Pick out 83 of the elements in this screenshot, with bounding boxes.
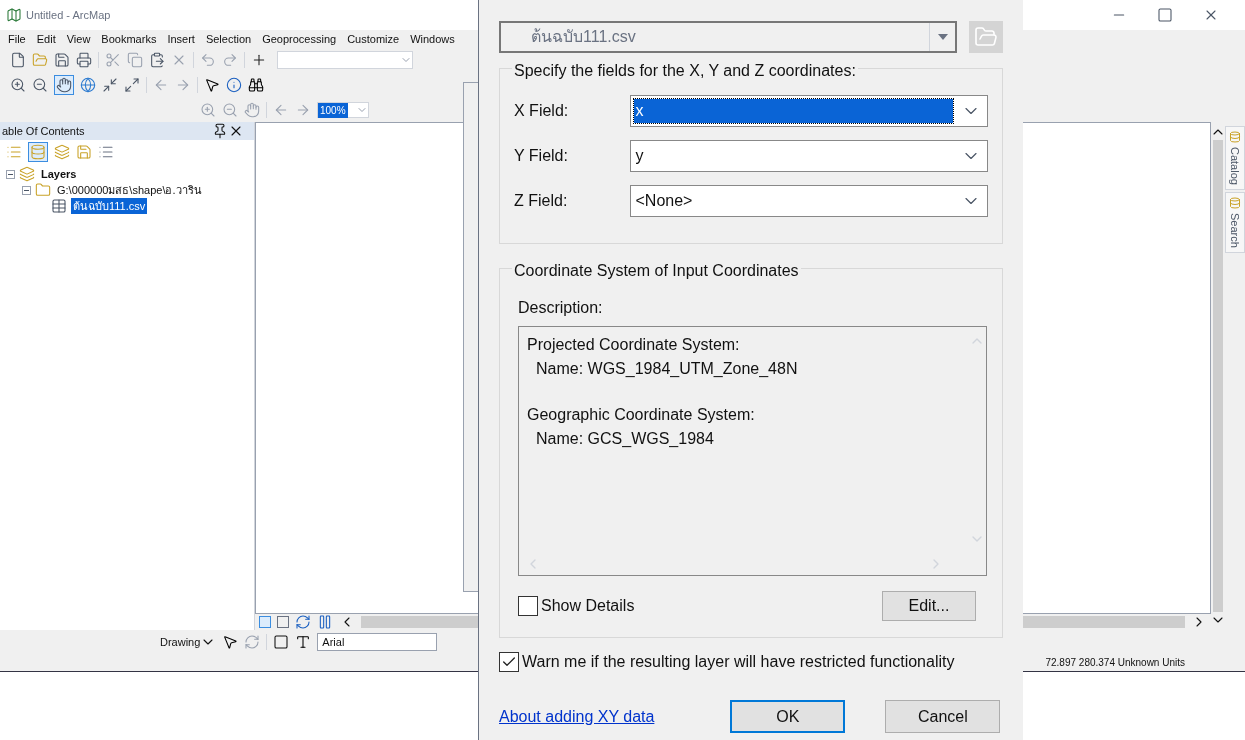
warn-checkbox[interactable] xyxy=(499,652,519,672)
print-icon[interactable] xyxy=(76,52,92,68)
layout-view-icon[interactable] xyxy=(277,616,289,628)
pointer-icon[interactable] xyxy=(204,77,220,93)
globe-icon[interactable] xyxy=(80,77,96,93)
vertical-scrollbar[interactable] xyxy=(1213,140,1223,612)
field-label: Z Field: xyxy=(514,191,569,211)
zoom-out-fixed-icon[interactable] xyxy=(124,77,140,93)
app-icon[interactable] xyxy=(6,7,22,23)
menu-item[interactable]: Insert xyxy=(167,30,195,48)
back-icon[interactable] xyxy=(273,102,289,118)
ok-button[interactable]: OK xyxy=(730,700,846,733)
show-details-checkbox[interactable] xyxy=(518,596,538,616)
info-icon[interactable] xyxy=(226,77,242,93)
zoom-in-fixed-icon[interactable] xyxy=(102,77,118,93)
rectangle-icon[interactable] xyxy=(273,634,290,650)
options-icon[interactable] xyxy=(98,144,114,160)
pan-icon[interactable] xyxy=(54,75,74,95)
cancel-button[interactable]: Cancel xyxy=(885,700,1001,733)
tree-item[interactable]: G:\000000มสธ\shape\อ.วาริน xyxy=(55,181,204,199)
menu-item[interactable]: File xyxy=(8,30,26,48)
database-icon xyxy=(1229,196,1241,209)
back-icon[interactable] xyxy=(153,77,169,93)
zoom-in-icon[interactable] xyxy=(10,77,26,93)
layers-icon[interactable] xyxy=(54,144,70,160)
data-view-icon[interactable] xyxy=(259,616,271,628)
table-dropdown[interactable]: ต้นฉบับ111.csv xyxy=(499,21,958,53)
help-link[interactable]: About adding XY data xyxy=(499,704,655,729)
forward-icon[interactable] xyxy=(175,77,191,93)
checkbox-label: Warn me if the resulting layer will have restricted functionality xyxy=(522,652,955,672)
pin-icon[interactable] xyxy=(212,123,228,139)
status-coordinates: 72.897 280.374 Unknown Units xyxy=(1045,656,1185,670)
menu-item[interactable]: Edit xyxy=(36,30,56,48)
description-line: Geographic Coordinate System: xyxy=(527,405,756,425)
menu-item[interactable]: View xyxy=(66,30,91,48)
binoculars-icon[interactable] xyxy=(248,77,264,93)
tree-item[interactable]: Layers xyxy=(39,165,79,183)
zoom-field[interactable]: 100% xyxy=(317,102,369,118)
side-tab[interactable]: Catalog xyxy=(1225,126,1245,190)
side-tab[interactable]: Search xyxy=(1225,191,1245,253)
text-icon[interactable] xyxy=(295,634,312,650)
open-icon[interactable] xyxy=(32,52,48,68)
source-icon[interactable] xyxy=(28,142,48,162)
forward-icon[interactable] xyxy=(295,102,311,118)
menu-item[interactable]: Customize xyxy=(347,30,400,48)
description-line: Name: WGS_1984_UTM_Zone_48N xyxy=(535,359,799,379)
zoom-out-icon[interactable] xyxy=(32,77,48,93)
font-field[interactable]: Arial xyxy=(317,633,438,651)
field-label: X Field: xyxy=(514,101,570,121)
panel-title: able Of Contents xyxy=(2,123,85,139)
expander-icon[interactable] xyxy=(6,169,15,179)
folder-icon xyxy=(974,25,999,49)
edit-button[interactable]: Edit... xyxy=(882,591,976,621)
pause-icon[interactable] xyxy=(317,614,333,630)
description-line: Projected Coordinate System: xyxy=(527,335,741,355)
scale-field[interactable] xyxy=(277,51,413,69)
cut-icon[interactable] xyxy=(105,52,121,68)
database-icon xyxy=(1229,131,1241,143)
refresh-icon[interactable] xyxy=(295,614,311,630)
restore-icon[interactable] xyxy=(1157,7,1173,23)
field-dropdown[interactable]: <None> xyxy=(629,185,988,217)
rotate-icon[interactable] xyxy=(244,634,261,650)
menu-item[interactable]: Selection xyxy=(205,30,252,48)
paste-icon[interactable] xyxy=(149,52,165,68)
field-dropdown[interactable]: y xyxy=(629,140,988,172)
description-line: Name: GCS_WGS_1984 xyxy=(535,429,715,449)
tree-item[interactable]: ต้นฉบับ111.csv xyxy=(71,197,148,215)
menu-item[interactable]: Bookmarks xyxy=(101,30,157,48)
menu-item[interactable]: Windows xyxy=(410,30,455,48)
menu-item[interactable]: Geoprocessing xyxy=(262,30,337,48)
window-title: Untitled - ArcMap xyxy=(26,7,111,23)
add-data-icon[interactable] xyxy=(251,52,267,68)
pointer-icon[interactable] xyxy=(222,634,239,650)
expander-icon[interactable] xyxy=(22,185,31,195)
description-label: Description: xyxy=(518,298,604,318)
checkbox-label: Show Details xyxy=(541,596,635,616)
field-dropdown[interactable]: x xyxy=(629,95,988,127)
table-icon[interactable] xyxy=(51,198,67,214)
new-icon[interactable] xyxy=(10,52,26,68)
drawing-menu[interactable]: Drawing xyxy=(160,633,201,651)
field-label: Y Field: xyxy=(514,146,569,166)
save-icon[interactable] xyxy=(54,52,70,68)
copy-icon[interactable] xyxy=(127,52,143,68)
